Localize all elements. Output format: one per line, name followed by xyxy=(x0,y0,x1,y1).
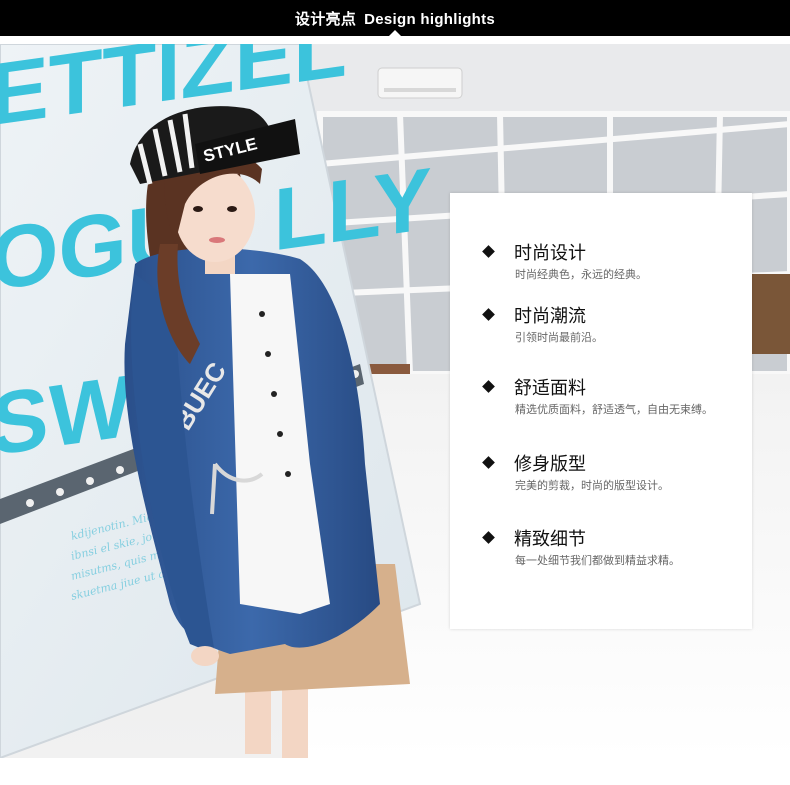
section-banner: 设计亮点 Design highlights xyxy=(0,0,790,37)
feature-item: 舒适面料 精选优质面料，舒适透气，自由无束缚。 xyxy=(450,376,752,426)
feature-desc: 引领时尚最前沿。 xyxy=(515,331,603,344)
diamond-bullet-icon xyxy=(482,245,495,258)
feature-title: 修身版型 xyxy=(514,454,586,475)
feature-title: 舒适面料 xyxy=(514,378,586,399)
diamond-bullet-icon xyxy=(482,456,495,469)
feature-item: 修身版型 完美的剪裁，时尚的版型设计。 xyxy=(450,452,752,502)
banner-title-cn: 设计亮点 xyxy=(294,9,357,28)
feature-title: 精致细节 xyxy=(514,529,586,550)
feature-item: 精致细节 每一处细节我们都做到精益求精。 xyxy=(450,527,752,577)
diamond-bullet-icon xyxy=(482,380,495,393)
page: 设计亮点 Design highlights ETTIZEL OGUS LLY … xyxy=(0,0,790,785)
feature-item: 时尚潮流 引领时尚最前沿。 xyxy=(450,304,752,354)
features-card: 时尚设计 时尚经典色，永远的经典。 时尚潮流 引领时尚最前沿。 舒适面料 精选优… xyxy=(450,193,752,629)
feature-desc: 精选优质面料，舒适透气，自由无束缚。 xyxy=(515,403,713,416)
banner-title-en: Design highlights xyxy=(364,10,496,28)
feature-title: 时尚设计 xyxy=(514,243,586,264)
feature-item: 时尚设计 时尚经典色，永远的经典。 xyxy=(450,241,752,291)
feature-desc: 时尚经典色，永远的经典。 xyxy=(515,268,647,281)
feature-desc: 完美的剪裁，时尚的版型设计。 xyxy=(515,479,669,492)
diamond-bullet-icon xyxy=(482,531,495,544)
banner-title: 设计亮点 Design highlights xyxy=(295,8,495,29)
feature-desc: 每一处细节我们都做到精益求精。 xyxy=(515,554,680,567)
banner-notch xyxy=(388,30,402,37)
feature-title: 时尚潮流 xyxy=(514,306,586,327)
diamond-bullet-icon xyxy=(482,308,495,321)
